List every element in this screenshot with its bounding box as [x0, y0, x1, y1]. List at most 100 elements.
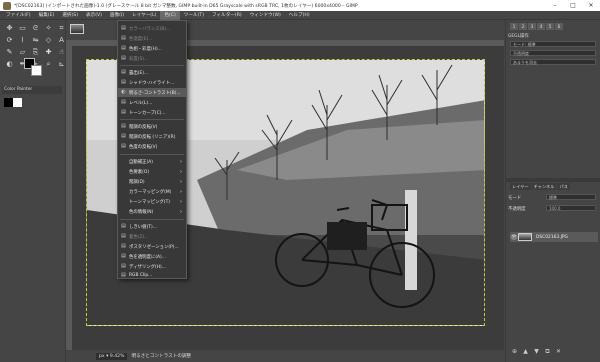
layer-opacity-field[interactable]: 100.0: [546, 205, 596, 211]
menu-item-dither[interactable]: ▤ ディザリング(H)...: [118, 262, 186, 271]
dock-tab[interactable]: 4: [537, 23, 545, 30]
menu-tools[interactable]: ツール(T): [180, 11, 208, 20]
menu-item-brightness-contrast[interactable]: ◐ 明るさ-コントラスト(B)...: [118, 88, 186, 97]
lasso-icon[interactable]: ᘓ: [30, 23, 41, 33]
dock-tab[interactable]: 2: [519, 23, 527, 30]
menu-item-threshold[interactable]: ▤ しきい値(T)...: [118, 222, 186, 231]
menu-item-curves[interactable]: ▤ トーンカーブ(C)...: [118, 108, 186, 117]
menu-item-components[interactable]: 色要素(O) ›: [118, 167, 186, 176]
menu-item-desaturate[interactable]: 階調(D) ›: [118, 177, 186, 186]
menu-item-info[interactable]: 色の情報(N) ›: [118, 207, 186, 216]
close-button[interactable]: ✕: [582, 0, 600, 11]
layer-mode-label: モード: [508, 196, 522, 201]
menubar: ファイル(F) 編集(E) 選択(S) 表示(V) 画像(I) レイヤー(L) …: [0, 10, 600, 20]
new-layer-icon[interactable]: ⊕: [510, 348, 519, 356]
lower-layer-icon[interactable]: ▼: [532, 348, 541, 356]
menu-filters[interactable]: フィルター(R): [208, 11, 246, 20]
menu-item-color-temperature[interactable]: ▤ 色温度(E)...: [118, 34, 186, 43]
menu-item-linear-invert[interactable]: ▤ 階調の反転 (リニア)(R): [118, 132, 186, 141]
fg-bg-colors[interactable]: [24, 58, 44, 78]
menu-item-map[interactable]: カラーマッピング(M) ›: [118, 187, 186, 196]
dodge-icon[interactable]: ◐: [4, 59, 15, 69]
eraser-icon[interactable]: ▱: [17, 47, 28, 57]
menu-layer[interactable]: レイヤー(L): [128, 11, 160, 20]
menu-windows[interactable]: ウィンドウ(W): [246, 11, 285, 20]
menu-item-hue-saturation[interactable]: ▤ 色相・彩度(H)...: [118, 44, 186, 53]
eye-icon[interactable]: 👁: [510, 234, 518, 241]
dock-tab[interactable]: 1: [510, 23, 518, 30]
gimp-app-icon: [3, 1, 11, 10]
tab-channels[interactable]: チャンネル: [531, 183, 557, 190]
minimize-button[interactable]: –: [546, 0, 564, 11]
dock-tab[interactable]: 3: [528, 23, 536, 30]
layer-name[interactable]: DSC02163.JPG: [536, 235, 568, 240]
right-dock: 1 2 3 4 5 6 GEGL操作 モード: 標準 不透明度 あまりを消去 レ…: [505, 20, 600, 362]
menu-item-posterize[interactable]: ▤ ポスタリゼーション(P)...: [118, 242, 186, 251]
menu-item-auto[interactable]: 自動補正(A) ›: [118, 157, 186, 166]
layer-mode-select[interactable]: 標準: [546, 194, 596, 200]
menu-view[interactable]: 表示(V): [82, 11, 106, 20]
dock-tab[interactable]: 6: [555, 23, 563, 30]
toolbox: ✥ ▭ ᘓ ✧ ⌗ ⟳ ⌇ ⇋ ◇ A ✎ ▱ ⎘ ✚ ☝ ◐ ✒ ⌖ ⌕ ⊾ …: [0, 20, 66, 362]
brightness-contrast-icon: ◐: [121, 89, 126, 95]
warp-icon[interactable]: ⌇: [17, 35, 28, 45]
fuzzy-select-icon[interactable]: ✧: [43, 23, 54, 33]
rect-select-icon[interactable]: ▭: [17, 23, 28, 33]
menu-help[interactable]: ヘルプ(H): [285, 11, 314, 20]
menu-select[interactable]: 選択(S): [58, 11, 82, 20]
color-temperature-icon: ▤: [121, 35, 126, 41]
submenu-arrow-icon: ›: [180, 178, 182, 185]
submenu-arrow-icon: ›: [180, 188, 182, 195]
delete-layer-icon[interactable]: ✕: [554, 348, 563, 356]
menu-file[interactable]: ファイル(F): [2, 11, 35, 20]
statusbar: px ▾ 9.42% 明るさとコントラストの調整: [66, 350, 504, 362]
value-invert-icon: ▤: [121, 143, 126, 149]
dither-icon: ▤: [121, 263, 126, 269]
erase-field[interactable]: あまりを消去: [510, 59, 596, 65]
flip-icon[interactable]: ⇋: [30, 35, 41, 45]
swatch-white[interactable]: [13, 98, 22, 107]
background-color[interactable]: [31, 65, 42, 76]
mode-field[interactable]: モード: 標準: [510, 41, 596, 47]
color-balance-icon: ▤: [121, 25, 126, 31]
tab-paths[interactable]: パス: [557, 183, 570, 190]
shadows-highlights-icon: ▤: [121, 79, 126, 85]
move-icon[interactable]: ✥: [4, 23, 15, 33]
menu-item-levels[interactable]: ▤ レベル(L)...: [118, 98, 186, 107]
cage-icon[interactable]: ◇: [43, 35, 54, 45]
opacity-field[interactable]: 不透明度: [510, 50, 596, 56]
dock-tab[interactable]: 5: [546, 23, 554, 30]
menu-item-colorize[interactable]: ▤ 着色(Z)...: [118, 232, 186, 241]
zoom-select[interactable]: px ▾ 9.42%: [96, 352, 128, 360]
menu-colors[interactable]: 色(C): [160, 10, 180, 20]
color-painter-tab[interactable]: Color Painter: [2, 86, 62, 94]
menu-edit[interactable]: 編集(E): [35, 11, 59, 20]
layer-row[interactable]: 👁 DSC02163.JPG: [510, 232, 598, 242]
curves-icon: ▤: [121, 109, 126, 115]
maximize-button[interactable]: □: [564, 0, 582, 11]
duplicate-layer-icon[interactable]: ⧉: [543, 348, 552, 356]
clone-icon[interactable]: ⎘: [30, 47, 41, 57]
tab-layers[interactable]: レイヤー: [510, 183, 531, 190]
menu-item-invert[interactable]: ▤ 階調の反転(V): [118, 122, 186, 131]
menu-item-color-to-alpha[interactable]: ▤ 色を透明度に(A)...: [118, 252, 186, 261]
menu-item-value-invert[interactable]: ▤ 色度の反転(V): [118, 142, 186, 151]
menu-item-rgb-clip[interactable]: ▤ RGB Clip...: [118, 272, 186, 279]
menu-item-exposure[interactable]: ▤ 露出(E)...: [118, 68, 186, 77]
threshold-icon: ▤: [121, 223, 126, 229]
layers-tabs: レイヤー チャンネル パス: [510, 183, 571, 190]
layer-thumbnail: [518, 233, 532, 241]
rotate-icon[interactable]: ⟳: [4, 35, 15, 45]
menu-item-shadows-highlights[interactable]: ▤ シャドウ-ハイライト...: [118, 78, 186, 87]
menu-item-saturation[interactable]: ▤ 彩度(S)...: [118, 54, 186, 63]
menu-image[interactable]: 画像(I): [106, 11, 128, 20]
swatch-black[interactable]: [4, 98, 13, 107]
raise-layer-icon[interactable]: ▲: [521, 348, 530, 356]
menu-item-tone-mapping[interactable]: トーンマッピング(T) ›: [118, 197, 186, 206]
image-tab-thumbnail[interactable]: [70, 24, 84, 34]
heal-icon[interactable]: ✚: [43, 47, 54, 57]
submenu-arrow-icon: ›: [180, 168, 182, 175]
zoom-icon[interactable]: ⌕: [43, 59, 54, 69]
paintbrush-icon[interactable]: ✎: [4, 47, 15, 57]
menu-item-color-balance[interactable]: ▤ カラーバランス(B)...: [118, 24, 186, 33]
